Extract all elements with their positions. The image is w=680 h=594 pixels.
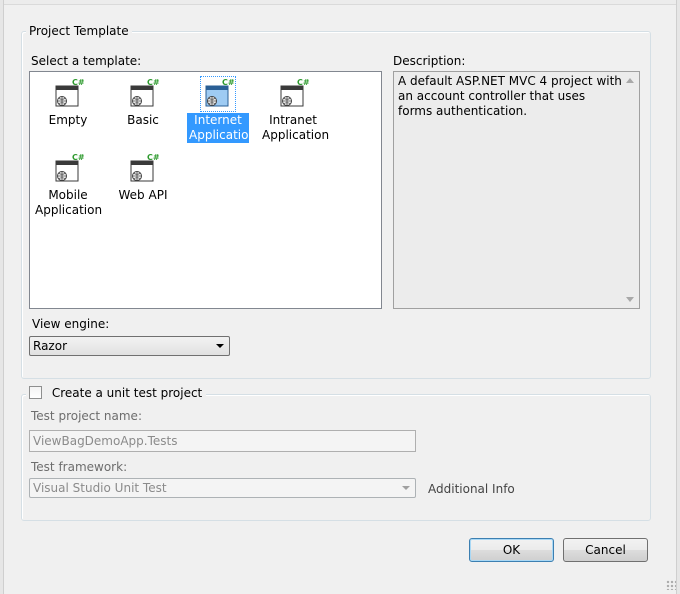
template-label: Mobile Application	[35, 188, 103, 217]
scroll-down-arrow-icon[interactable]	[626, 297, 634, 302]
scroll-up-arrow-icon[interactable]	[626, 78, 634, 83]
create-unit-test-checkbox[interactable]	[29, 386, 42, 399]
template-label: Intranet Application	[262, 113, 330, 142]
svg-text:C#: C#	[72, 78, 84, 87]
template-tile-empty[interactable]: C# Empty	[33, 78, 103, 128]
cancel-button[interactable]: Cancel	[563, 538, 648, 562]
svg-text:C#: C#	[147, 78, 159, 87]
view-engine-value: Razor	[33, 339, 68, 353]
template-label: Internet Application	[187, 113, 257, 143]
template-label: Web API	[118, 188, 168, 202]
create-unit-test-label: Create a unit test project	[51, 386, 203, 400]
view-engine-label: View engine:	[32, 317, 110, 331]
description-scrollbar[interactable]	[623, 72, 639, 308]
template-tile-basic[interactable]: C# Basic	[108, 78, 178, 128]
mvc-project-icon: C#	[127, 78, 160, 110]
project-template-group-title: Project Template	[26, 24, 132, 38]
select-template-label: Select a template:	[31, 54, 142, 68]
ok-button[interactable]: OK	[469, 538, 554, 562]
window-left-edge	[0, 0, 4, 594]
svg-text:C#: C#	[222, 78, 234, 87]
description-text: A default ASP.NET MVC 4 project with an …	[398, 74, 622, 118]
window-right-edge	[676, 0, 680, 594]
resize-grip-icon[interactable]	[666, 580, 676, 590]
test-framework-label: Test framework:	[31, 460, 128, 474]
test-framework-value: Visual Studio Unit Test	[33, 481, 167, 495]
template-label: Basic	[127, 113, 159, 127]
template-tile-intranet-application[interactable]: C# Intranet Application	[258, 78, 330, 143]
chevron-down-icon	[216, 344, 224, 348]
test-framework-select[interactable]: Visual Studio Unit Test	[29, 478, 416, 498]
description-box: A default ASP.NET MVC 4 project with an …	[393, 71, 640, 309]
template-list[interactable]: C# Empty C# Basic C# Internet Applicatio…	[29, 71, 382, 309]
test-project-name-value: ViewBagDemoApp.Tests	[33, 434, 178, 448]
mvc-project-icon: C#	[200, 76, 236, 112]
template-tile-internet-application[interactable]: C# Internet Application	[183, 76, 257, 143]
description-label: Description:	[393, 54, 466, 68]
template-tile-web-api[interactable]: C# Web API	[108, 153, 178, 203]
mvc-project-icon: C#	[127, 153, 160, 185]
svg-text:C#: C#	[147, 153, 159, 162]
chevron-down-icon	[402, 486, 410, 490]
mvc-project-icon: C#	[277, 78, 310, 110]
view-engine-select[interactable]: Razor	[29, 336, 230, 356]
mvc-project-icon: C#	[52, 153, 85, 185]
window-top-edge	[0, 0, 680, 5]
svg-text:C#: C#	[72, 153, 84, 162]
template-label: Empty	[48, 113, 88, 127]
unit-test-group-header: Create a unit test project	[26, 386, 207, 400]
test-project-name-input[interactable]: ViewBagDemoApp.Tests	[29, 430, 416, 452]
test-project-name-label: Test project name:	[31, 409, 142, 423]
mvc-project-icon: C#	[52, 78, 85, 110]
svg-text:C#: C#	[297, 78, 309, 87]
template-tile-mobile-application[interactable]: C# Mobile Application	[33, 153, 103, 218]
additional-info-label: Additional Info	[428, 482, 515, 496]
